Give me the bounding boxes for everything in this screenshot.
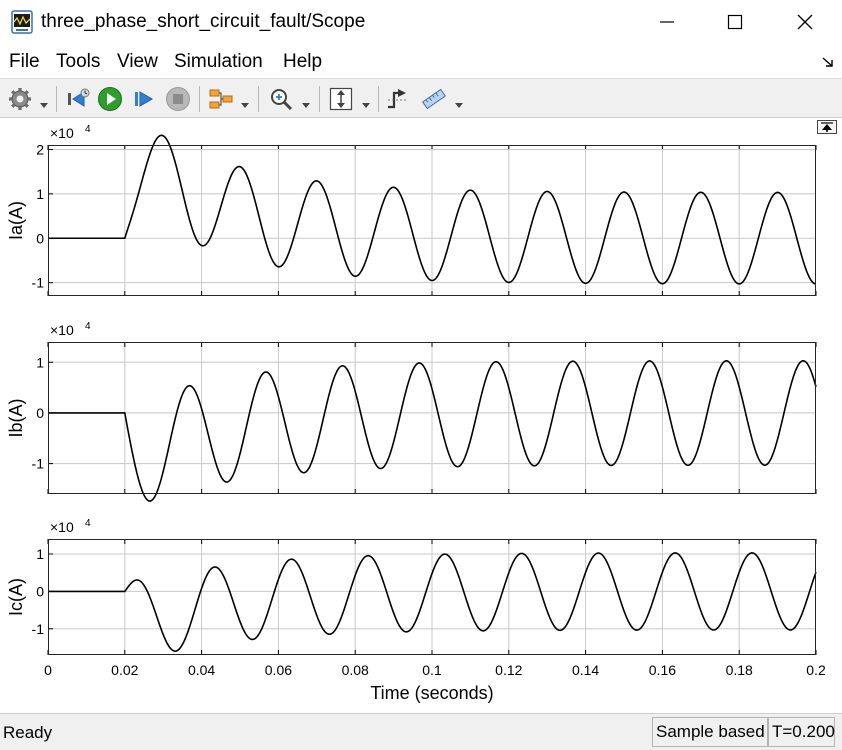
x-tick-label: 0.04	[188, 662, 215, 678]
step-back-icon[interactable]	[64, 85, 92, 113]
measurements-icon[interactable]	[420, 85, 448, 113]
y-axis-label: Ib(A)	[6, 398, 26, 437]
x-tick-label: 0.1	[422, 662, 442, 678]
signal-selector-icon[interactable]	[207, 85, 235, 113]
close-button[interactable]	[790, 8, 820, 36]
title-bar: three_phase_short_circuit_fault/Scope	[0, 0, 842, 44]
step-forward-icon[interactable]	[129, 85, 157, 113]
y-scale-exponent-power: 4	[85, 321, 91, 332]
y-tick-label: 1	[36, 186, 44, 202]
menu-view[interactable]: View	[117, 51, 158, 73]
scope-axes[interactable]: -1 0 1 2 ×10 4 Ia(A) -1 0 1 ×10 4 Ib(A) -1 0 1 ×10 4 Ic(A)…	[0, 118, 842, 713]
y-axis-label: Ic(A)	[6, 578, 26, 616]
y-tick-label: -1	[32, 275, 45, 291]
zoom-icon[interactable]	[267, 85, 295, 113]
x-tick-label: 0.18	[726, 662, 753, 678]
simulation-time-indicator: T=0.200	[768, 717, 835, 747]
toolbar-separator	[319, 86, 320, 112]
y-scale-exponent: ×10	[50, 519, 74, 535]
fit-to-view-icon[interactable]	[327, 85, 355, 113]
measurements-dropdown-icon[interactable]	[455, 96, 463, 108]
maximize-button[interactable]	[720, 8, 750, 36]
zoom-dropdown-icon[interactable]	[302, 96, 310, 108]
window-title: three_phase_short_circuit_fault/Scope	[41, 11, 366, 32]
menu-simulation[interactable]: Simulation	[174, 51, 263, 73]
x-tick-label: 0.14	[572, 662, 599, 678]
scope-plot-area: -1 0 1 2 ×10 4 Ia(A) -1 0 1 ×10 4 Ib(A) -1 0 1 ×10 4 Ic(A)…	[0, 118, 842, 713]
y-tick-label: 0	[36, 583, 44, 599]
gear-icon[interactable]	[6, 85, 34, 113]
x-tick-label: 0.06	[265, 662, 292, 678]
x-axis-label: Time (seconds)	[370, 683, 493, 703]
toolbar-separator	[199, 86, 200, 112]
y-scale-exponent: ×10	[50, 322, 74, 338]
axes-2: -1 0 1 ×10 4 Ic(A)	[6, 518, 817, 655]
y-tick-label: -1	[32, 621, 45, 637]
menu-bar: File Tools View Simulation Help	[0, 44, 842, 78]
toolbar	[0, 78, 842, 118]
y-axis-label: Ia(A)	[6, 201, 26, 240]
gear-dropdown-icon[interactable]	[40, 96, 48, 108]
menu-tools[interactable]: Tools	[56, 51, 100, 73]
x-tick-label: 0.02	[111, 662, 138, 678]
simulink-scope-icon	[11, 10, 33, 34]
axes-1: -1 0 1 ×10 4 Ib(A)	[6, 321, 817, 502]
toolbar-separator	[378, 86, 379, 112]
y-tick-label: 0	[36, 230, 44, 246]
x-tick-label: 0.12	[495, 662, 522, 678]
undock-arrow-icon[interactable]	[820, 54, 836, 70]
menu-help[interactable]: Help	[283, 51, 322, 73]
y-scale-exponent: ×10	[50, 125, 74, 141]
x-tick-label: 0.16	[649, 662, 676, 678]
stop-icon[interactable]	[164, 85, 192, 113]
toolbar-separator	[258, 86, 259, 112]
status-text: Ready	[3, 723, 53, 742]
x-tick-label: 0.08	[342, 662, 369, 678]
sample-mode-indicator: Sample based	[652, 717, 768, 747]
y-tick-label: 0	[36, 405, 44, 421]
y-tick-label: 1	[36, 354, 44, 370]
menu-file[interactable]: File	[9, 51, 40, 73]
y-scale-exponent-power: 4	[85, 124, 91, 135]
status-bar: Ready Sample based T=0.200	[0, 713, 842, 750]
y-tick-label: -1	[32, 456, 45, 472]
toolbar-separator	[56, 86, 57, 112]
y-tick-label: 2	[36, 141, 44, 157]
axes-0: -1 0 1 2 ×10 4 Ia(A)	[6, 124, 817, 296]
x-tick-label: 0	[44, 662, 52, 678]
fit-dropdown-icon[interactable]	[362, 96, 370, 108]
y-scale-exponent-power: 4	[85, 518, 91, 529]
signal-selector-dropdown-icon[interactable]	[241, 96, 249, 108]
minimize-button[interactable]	[652, 8, 682, 36]
run-icon[interactable]	[96, 85, 124, 113]
x-tick-label: 0.2	[806, 662, 826, 678]
expand-toolbar-icon[interactable]	[817, 120, 837, 134]
y-tick-label: 1	[36, 546, 44, 562]
triggers-icon[interactable]	[384, 85, 412, 113]
